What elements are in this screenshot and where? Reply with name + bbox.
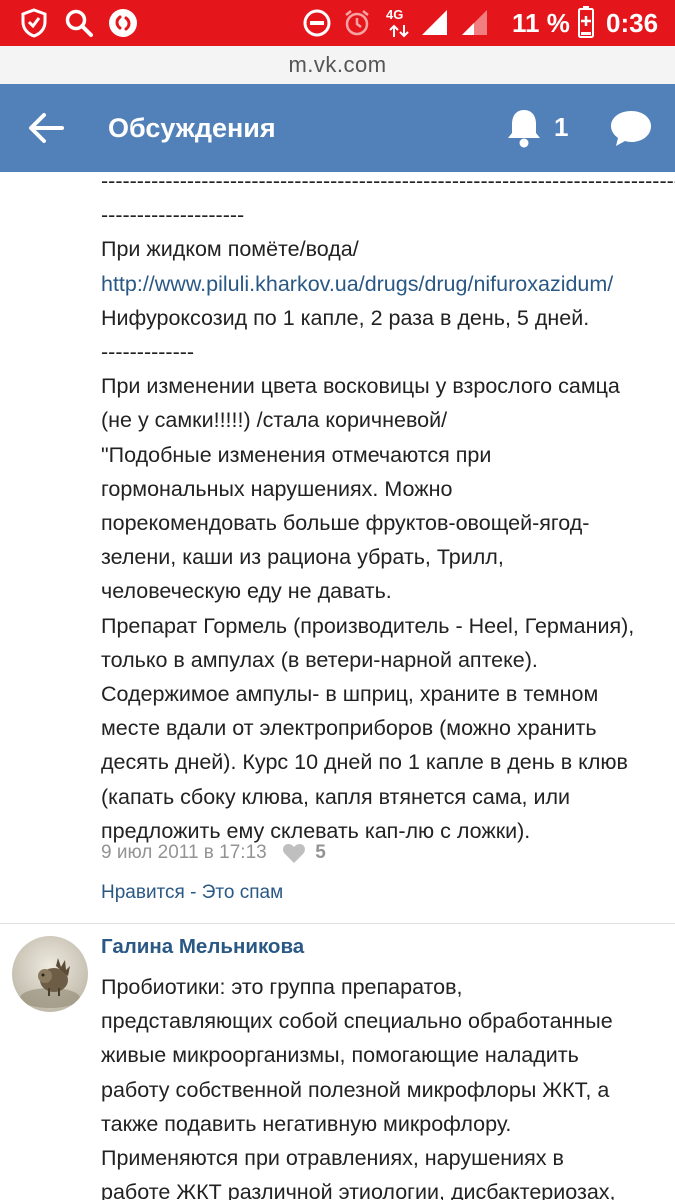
post-date[interactable]: 9 июл 2011 в 17:13 [101,842,267,863]
post-text-line: порекомендовать больше фруктов-овощей-яг… [101,511,590,536]
signal-icon [422,10,447,35]
post-text-line: гормональных нарушениях. Можно [101,476,453,501]
alarm-icon [345,10,369,36]
bell-icon[interactable] [504,106,544,150]
notification-count[interactable]: 1 [554,110,568,144]
post-text-line: При жидком помёте/вода/ [101,237,359,262]
chat-bubble-icon[interactable] [608,108,654,148]
post-link[interactable]: http://www.piluli.kharkov.ua/drugs/drug/… [101,272,613,296]
battery-percent: 11 % [512,8,570,38]
report-spam-link[interactable]: Это спам [202,882,283,903]
post-text-line: (не у самки!!!!!) /стала коричневой/ [101,408,448,433]
post-text-line: "Подобные изменения отмечаются при [101,442,492,467]
post-text-line: десять дней). Курс 10 дней по 1 капле в … [101,750,628,775]
post-meta: 9 июл 2011 в 17:13 5 [101,838,326,868]
comment-text-line: работу собственной полезной микрофлоры Ж… [101,1077,610,1102]
page-title: Обсуждения [108,113,276,143]
arrow-left-icon[interactable] [22,108,70,148]
post-text-line: Нифуроксозид по 1 капле, 2 раза в день, … [101,305,590,330]
post-text-line: ----------------------------------------… [101,172,675,193]
post-text-line: Содержимое ампулы- в шприц, храните в те… [101,682,599,707]
post-text-line: ------------- [101,340,195,365]
like-count: 5 [315,842,326,863]
post-text-line: http://www.piluli.kharkov.ua/drugs/drug/… [101,267,666,301]
post-text: ----------------------------------------… [101,172,675,848]
app-header: Обсуждения 1 [0,84,675,172]
network-type-label: 4G [386,7,404,22]
address-bar[interactable]: m.vk.com [0,46,675,84]
discussion-content[interactable]: ----------------------------------------… [0,172,675,1200]
heart-icon[interactable] [282,842,306,864]
data-arrows-icon [389,24,409,38]
avatar[interactable] [12,936,88,1012]
post-text-line: месте вдали от электроприборов (можно хр… [101,716,597,741]
post-text-line: человеческую еду не давать. [101,579,392,604]
like-link[interactable]: Нравится [101,882,185,903]
do-not-disturb-icon [303,9,331,37]
comment-text-line: представляющих собой специально обработа… [101,1009,613,1034]
comment-text-line: также подавить негативную микрофлору. [101,1111,512,1136]
post-text-line: -------------------- [101,203,245,228]
comment-author[interactable]: Галина Мельникова [101,932,304,962]
signal-weak-icon [462,10,487,35]
search-icon [65,9,93,37]
post-text-line: (капать сбоку клюва, капля втянется сама… [101,784,571,809]
post-text-line: Препарат Гормель (производитель - Heel, … [101,613,635,638]
comment-divider [0,923,675,924]
post-actions: Нравится - Это спам [101,878,283,908]
url-text: m.vk.com [288,52,387,77]
status-bar: 4G 11 % 0:36 [0,0,675,46]
comment-text-line: живые микроорганизмы, помогающие наладит… [101,1043,579,1068]
comment-text-line: Пробиотики: это группа препаратов, [101,975,463,999]
post-text-line: зелени, каши из рациона убрать, Трилл, [101,545,504,570]
shazam-icon [109,9,137,37]
post-text-line: При изменении цвета восковицы у взрослог… [101,374,620,399]
actions-separator: - [184,882,202,903]
comment-text-line: Применяются при отравлениях, нарушениях … [101,1146,564,1171]
shield-icon [21,8,47,38]
comment-text: Пробиотики: это группа препаратов, предст… [101,970,666,1200]
comment-text-line: работе ЖКТ различной этиологии, дисбакте… [101,1180,616,1200]
status-time: 0:36 [606,8,659,38]
battery-icon [578,6,594,38]
post-text-line: только в ампулах (в ветери-нарной аптеке… [101,647,538,672]
